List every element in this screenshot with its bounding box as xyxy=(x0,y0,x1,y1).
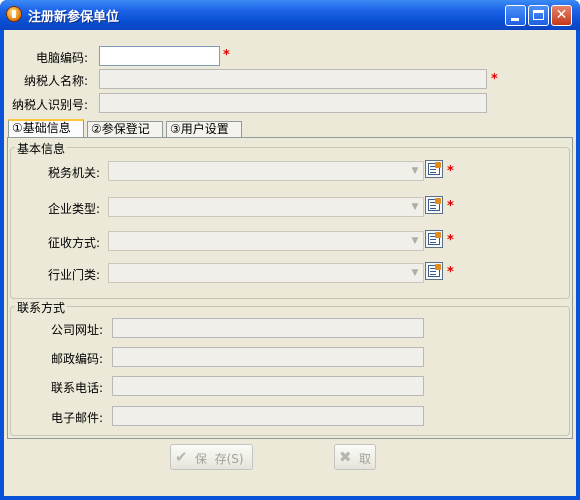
contact-group: 联系方式 公司网址: 邮政编码: 联系电话: 电子邮件: xyxy=(10,299,570,436)
tab-user-settings[interactable]: ③用户设置 xyxy=(166,121,242,137)
collection-method-select[interactable]: ▼ xyxy=(108,231,424,251)
tax-office-picker-button[interactable] xyxy=(425,160,443,178)
chevron-down-icon[interactable]: ▼ xyxy=(408,199,422,215)
minimize-icon xyxy=(511,18,519,21)
required-marker: * xyxy=(491,72,498,87)
required-marker: * xyxy=(447,265,454,280)
tax-office-label: 税务机关: xyxy=(48,166,101,180)
phone-label: 联系电话: xyxy=(51,381,104,395)
taxpayer-id-label: 纳税人识别号: xyxy=(12,98,89,112)
cancel-button[interactable]: ✖ 取 xyxy=(334,444,376,470)
postal-code-input[interactable] xyxy=(112,347,424,367)
tab-panel-basic-info: 基本信息 税务机关: ▼ * 企业类型: ▼ * 征收方式: ▼ * 行业门类:… xyxy=(7,137,573,439)
industry-category-picker-button[interactable] xyxy=(425,262,443,280)
phone-input[interactable] xyxy=(112,376,424,396)
cross-icon: ✖ xyxy=(339,448,352,466)
required-marker: * xyxy=(447,199,454,214)
collection-method-label: 征收方式: xyxy=(48,236,101,250)
close-button[interactable]: ✕ xyxy=(551,5,572,26)
chevron-down-icon[interactable]: ▼ xyxy=(408,265,422,281)
computer-code-input[interactable] xyxy=(99,46,220,66)
required-marker: * xyxy=(447,233,454,248)
company-website-label: 公司网址: xyxy=(51,323,104,337)
taxpayer-id-input[interactable] xyxy=(99,93,487,113)
company-website-input[interactable] xyxy=(112,318,424,338)
close-icon: ✕ xyxy=(555,7,568,23)
basic-info-title: 基本信息 xyxy=(15,140,68,157)
enterprise-type-label: 企业类型: xyxy=(48,202,101,216)
taxpayer-name-input[interactable] xyxy=(99,69,487,89)
required-marker: * xyxy=(447,164,454,179)
tab-basic-info[interactable]: ①基础信息 xyxy=(8,119,84,137)
collection-method-picker-button[interactable] xyxy=(425,230,443,248)
chevron-down-icon[interactable]: ▼ xyxy=(408,233,422,249)
window-title: 注册新参保单位 xyxy=(28,10,120,25)
taxpayer-name-label: 纳税人名称: xyxy=(24,74,89,88)
email-label: 电子邮件: xyxy=(51,411,104,425)
basic-info-group: 基本信息 税务机关: ▼ * 企业类型: ▼ * 征收方式: ▼ * 行业门类:… xyxy=(10,140,570,299)
industry-category-select[interactable]: ▼ xyxy=(108,263,424,283)
dialog-window: 注册新参保单位 ✕ 电脑编码: * 纳税人名称: * 纳税人识别号: ①基础信息… xyxy=(0,0,580,500)
industry-category-label: 行业门类: xyxy=(48,268,101,282)
postal-code-label: 邮政编码: xyxy=(51,352,104,366)
enterprise-type-select[interactable]: ▼ xyxy=(108,197,424,217)
cancel-button-label: 取 xyxy=(359,452,372,466)
tax-office-select[interactable]: ▼ xyxy=(108,161,424,181)
maximize-button[interactable] xyxy=(528,5,549,26)
maximize-icon xyxy=(533,10,544,20)
contact-title: 联系方式 xyxy=(15,299,68,316)
required-marker: * xyxy=(223,48,230,63)
enterprise-type-picker-button[interactable] xyxy=(425,196,443,214)
save-button-label: 保 存(S) xyxy=(195,452,244,466)
chevron-down-icon[interactable]: ▼ xyxy=(408,163,422,179)
tab-insurance-registration[interactable]: ②参保登记 xyxy=(87,121,163,137)
save-button[interactable]: ✔ 保 存(S) xyxy=(170,444,253,470)
app-logo-icon xyxy=(6,6,22,22)
title-bar[interactable]: 注册新参保单位 ✕ xyxy=(0,0,580,30)
email-input[interactable] xyxy=(112,406,424,426)
computer-code-label: 电脑编码: xyxy=(36,51,89,65)
checkmark-icon: ✔ xyxy=(175,448,188,466)
minimize-button[interactable] xyxy=(505,5,526,26)
dialog-body: 电脑编码: * 纳税人名称: * 纳税人识别号: ①基础信息 ②参保登记 ③用户… xyxy=(4,30,576,496)
